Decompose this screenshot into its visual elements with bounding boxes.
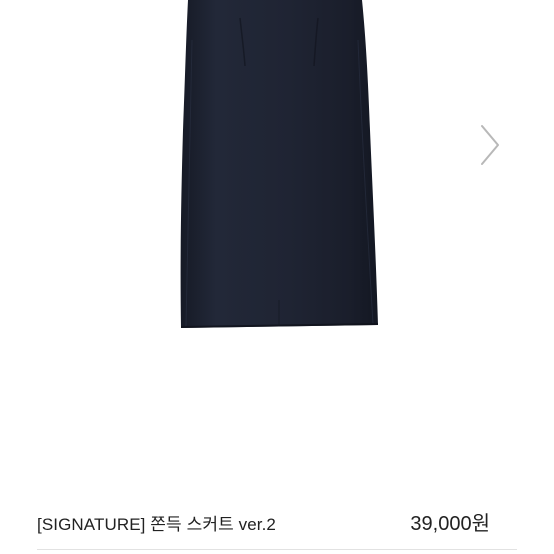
chevron-right-icon[interactable]	[472, 118, 506, 172]
product-name[interactable]: [SIGNATURE] 쫀득 스커트 ver.2	[37, 510, 276, 535]
product-page: [SIGNATURE] 쫀득 스커트 ver.2 39,000원	[0, 0, 554, 554]
product-image[interactable]	[0, 0, 554, 470]
product-info-row: [SIGNATURE] 쫀득 스커트 ver.2 39,000원	[0, 504, 554, 538]
product-price: 39,000원	[410, 513, 490, 535]
divider	[37, 549, 517, 550]
product-image-gallery[interactable]	[0, 0, 554, 470]
